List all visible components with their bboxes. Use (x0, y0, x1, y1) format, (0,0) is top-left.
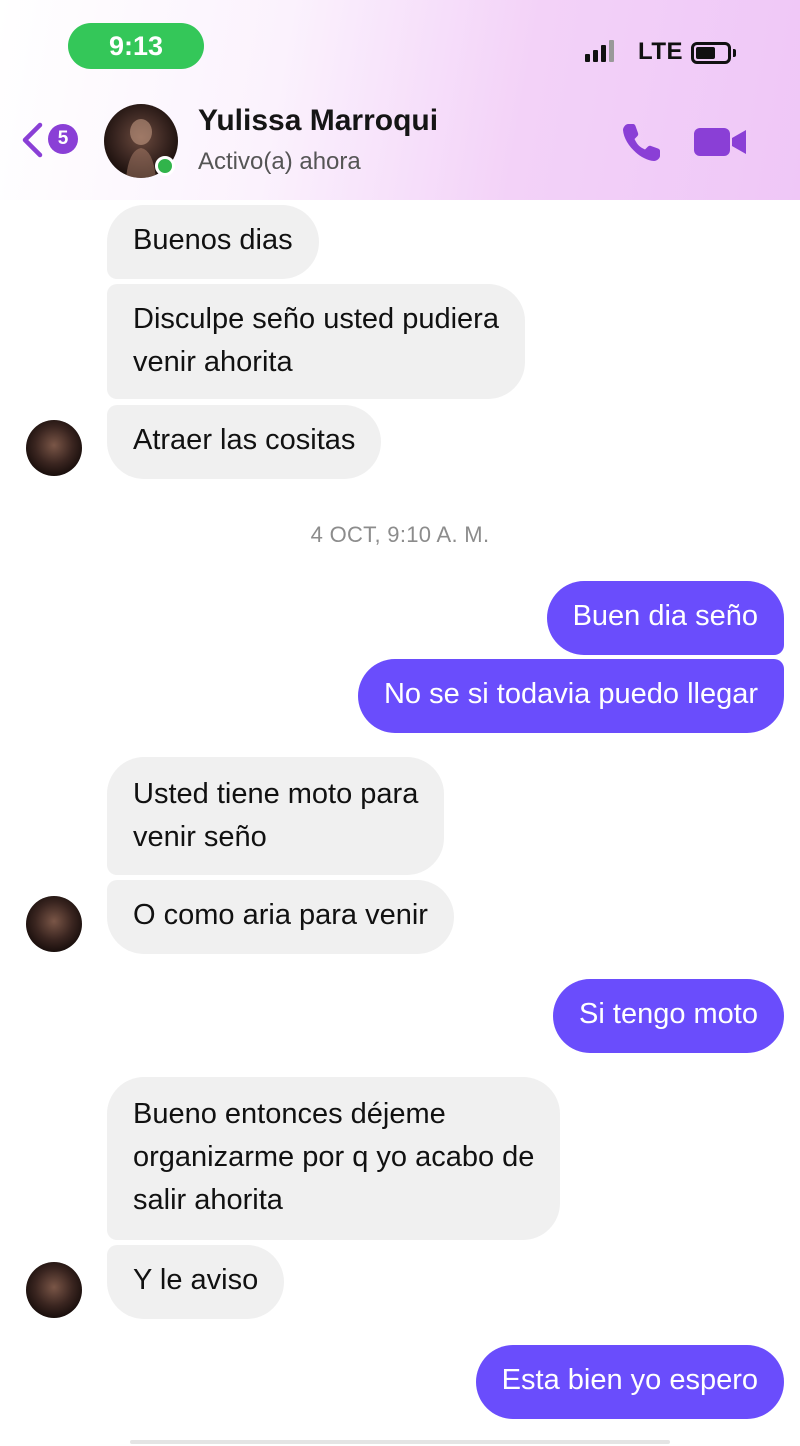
message-text: Y le aviso (133, 1264, 259, 1296)
message-text: Atraer las cositas (133, 424, 356, 456)
message-text-line: salir ahorita (133, 1184, 283, 1216)
contact-name[interactable]: Yulissa Marroqui (198, 104, 438, 138)
incoming-message[interactable]: Buenos dias (107, 205, 319, 279)
unread-count-badge[interactable]: 5 (48, 124, 78, 154)
sender-avatar[interactable] (26, 1262, 82, 1318)
outgoing-message[interactable]: Si tengo moto (553, 979, 784, 1053)
outgoing-message[interactable]: Esta bien yo espero (475, 1345, 784, 1419)
message-text-line: venir seño (133, 821, 267, 853)
message-text-line: organizarme por q yo acabo de (133, 1141, 535, 1173)
incoming-message[interactable]: Y le aviso (107, 1245, 285, 1319)
video-camera-icon[interactable] (692, 122, 748, 162)
message-text: No se si todavia puedo llegar (383, 678, 758, 710)
battery-tip (733, 49, 736, 57)
message-text: O como aria para venir (133, 899, 428, 931)
message-text: Buen dia seño (572, 600, 758, 632)
message-text-line: Bueno entonces déjeme (133, 1098, 446, 1130)
message-text-line: venir ahorita (133, 346, 293, 378)
back-chevron-icon[interactable] (20, 122, 46, 158)
incoming-message[interactable]: Usted tiene moto para venir seño (107, 757, 445, 875)
status-time[interactable]: 9:13 (68, 23, 204, 69)
message-timestamp: 4 OCT, 9:10 A. M. (310, 522, 490, 547)
message-text-line: Usted tiene moto para (133, 778, 419, 810)
phone-icon[interactable] (618, 118, 666, 166)
message-text-line: Disculpe seño usted pudiera (133, 303, 499, 335)
status-bar: 9:13 LTE (0, 0, 800, 90)
sender-avatar[interactable] (26, 896, 82, 952)
incoming-message[interactable]: Bueno entonces déjeme organizarme por q … (107, 1077, 561, 1240)
outgoing-message[interactable]: Buen dia seño (546, 581, 784, 655)
message-text: Si tengo moto (579, 998, 758, 1030)
sender-avatar[interactable] (26, 420, 82, 476)
contact-active-status: Activo(a) ahora (198, 148, 361, 175)
outgoing-message[interactable]: No se si todavia puedo llegar (357, 659, 784, 733)
online-status-indicator (155, 156, 175, 176)
incoming-message[interactable]: O como aria para venir (107, 880, 454, 954)
message-text: Buenos dias (133, 224, 293, 256)
network-type-label: LTE (638, 38, 684, 65)
battery-icon (691, 42, 731, 64)
incoming-message[interactable]: Disculpe seño usted pudiera venir ahorit… (107, 284, 525, 399)
incoming-message[interactable]: Atraer las cositas (107, 405, 382, 479)
cellular-signal-icon (585, 40, 614, 62)
message-text: Esta bien yo espero (501, 1364, 758, 1396)
composer-divider (130, 1440, 670, 1444)
